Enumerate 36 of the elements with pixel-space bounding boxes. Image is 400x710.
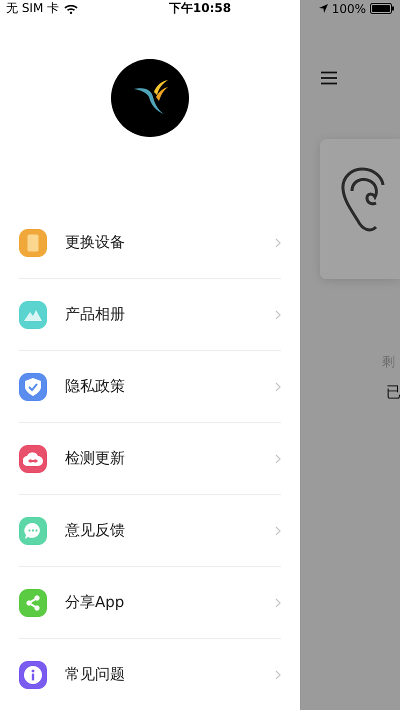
menu-item-label: 常见问题 — [65, 665, 126, 684]
menu-item-label: 隐私政策 — [65, 377, 126, 396]
carrier-text: 无 SIM 卡 — [6, 0, 60, 17]
phone-icon — [27, 234, 39, 252]
chevron-right-icon — [275, 454, 281, 464]
share-icon — [25, 594, 41, 610]
menu-item[interactable]: 隐私政策 — [19, 351, 281, 423]
shield-icon — [25, 378, 41, 396]
menu-item[interactable]: 更换设备 — [19, 207, 281, 279]
battery-icon — [370, 3, 394, 14]
chevron-right-icon — [275, 598, 281, 608]
menu-item-label: 意见反馈 — [65, 521, 126, 540]
chat-bubble-icon — [24, 522, 42, 540]
menu-item-label: 检测更新 — [65, 449, 126, 468]
menu-item-label: 分享App — [65, 593, 126, 612]
menu-item[interactable]: 意见反馈 — [19, 495, 281, 567]
location-arrow-icon — [318, 4, 328, 13]
chevron-right-icon — [275, 382, 281, 392]
menu-item[interactable]: 常见问题 — [19, 639, 281, 710]
clock-text: 下午10:58 — [168, 0, 232, 17]
menu-item-label: 更换设备 — [65, 233, 126, 252]
chevron-right-icon — [275, 238, 281, 248]
menu-icon[interactable] — [321, 71, 337, 85]
chevron-right-icon — [275, 310, 281, 320]
wifi-icon — [64, 4, 78, 14]
battery-percent: 100% — [332, 2, 366, 16]
menu-item[interactable]: 检测更新 — [19, 423, 281, 495]
cloud-icon — [23, 452, 43, 466]
menu-item[interactable]: 产品相册 — [19, 279, 281, 351]
menu-item-label: 产品相册 — [65, 305, 126, 324]
menu-item[interactable]: 分享App — [19, 567, 281, 639]
connection-status: 已 — [386, 383, 400, 402]
chevron-right-icon — [275, 526, 281, 536]
info-icon — [24, 666, 42, 684]
mountain-icon — [24, 308, 42, 320]
chevron-right-icon — [275, 670, 281, 680]
